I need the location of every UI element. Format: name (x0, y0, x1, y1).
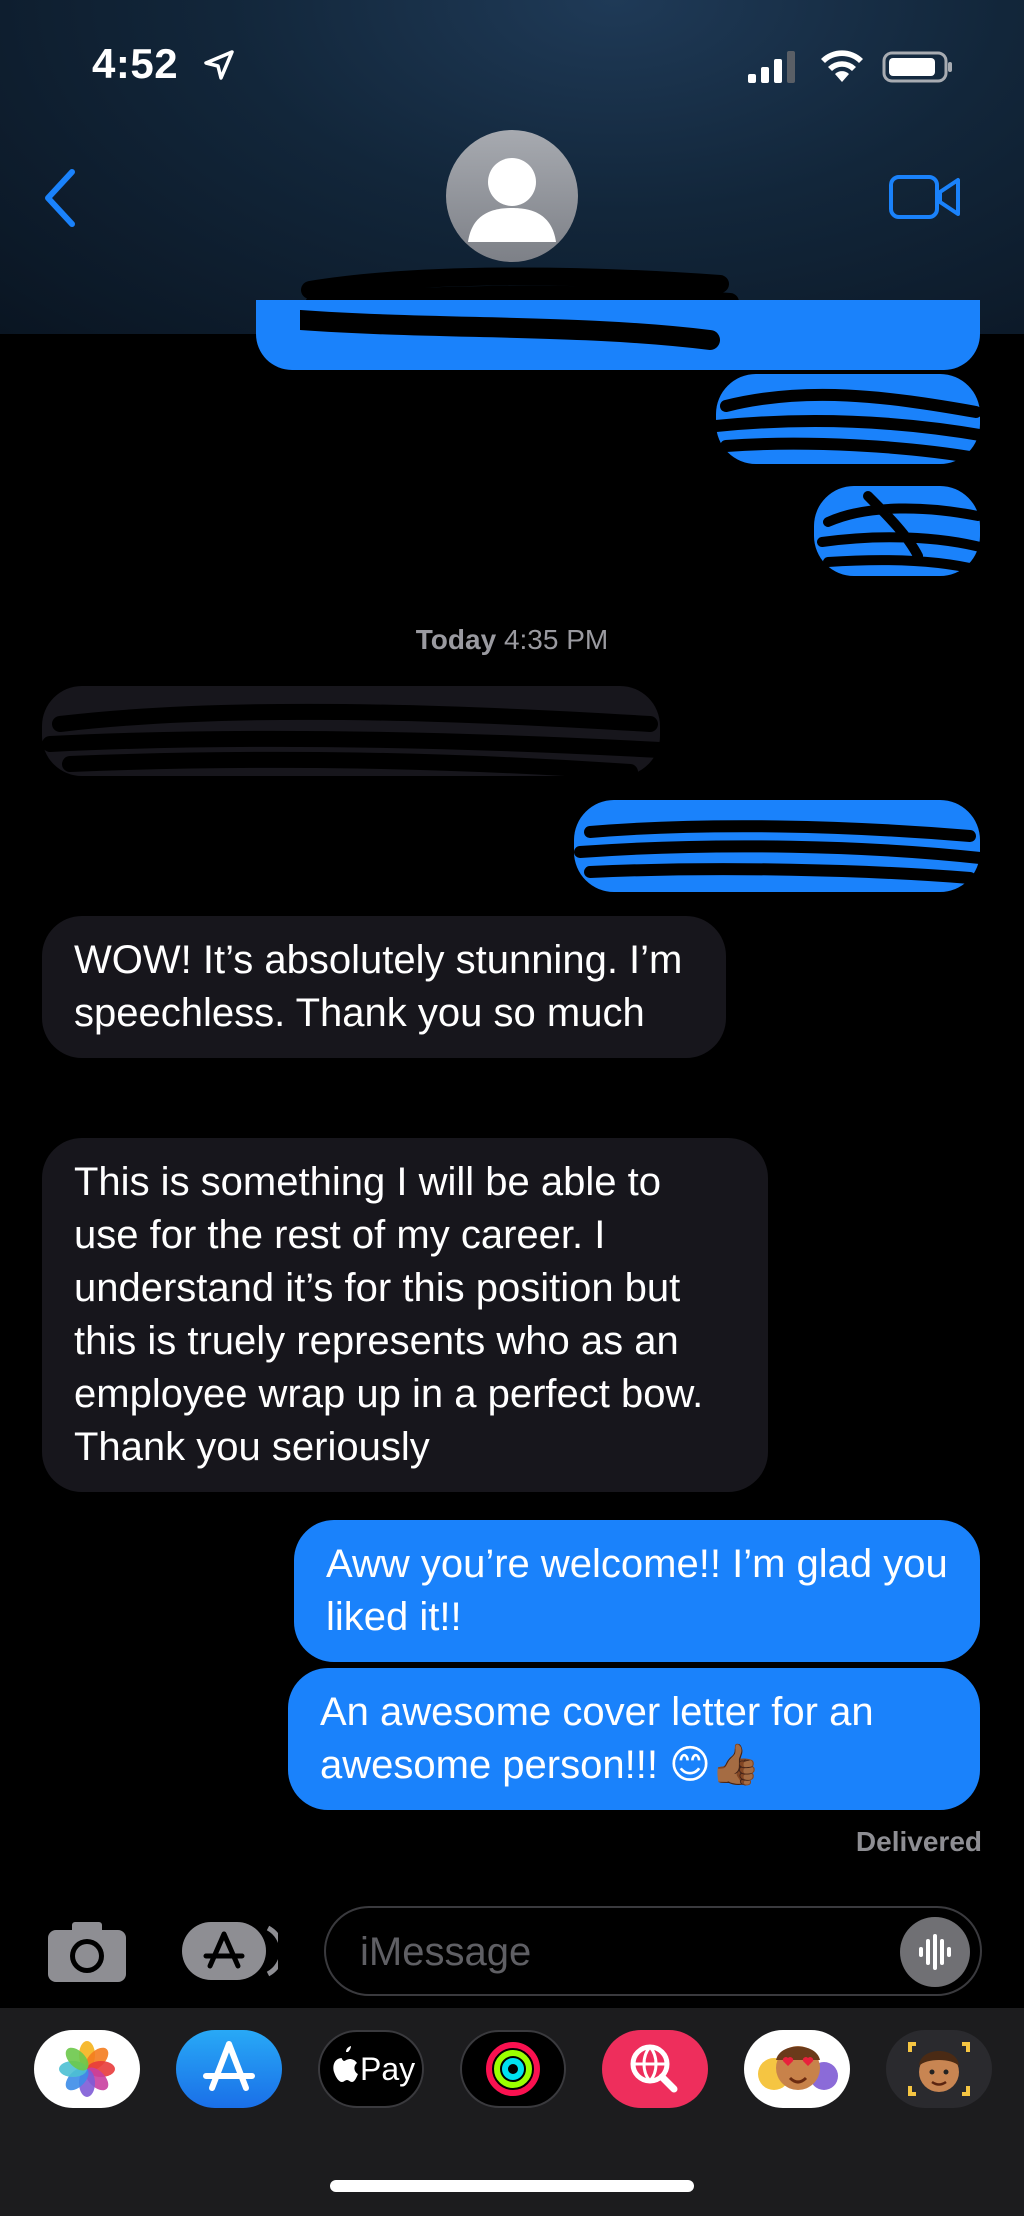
wifi-icon (821, 50, 863, 82)
incoming-message[interactable]: This is something I will be able to use … (42, 1138, 768, 1492)
activity-app[interactable] (460, 2030, 566, 2108)
redaction-scribble (42, 703, 668, 780)
incoming-message[interactable]: WOW! It’s absolutely stunning. I’m speec… (42, 916, 726, 1058)
images-search-icon (630, 2044, 678, 2093)
memoji-app[interactable] (886, 2030, 992, 2108)
person-silhouette-icon (468, 158, 556, 242)
back-chevron-icon[interactable] (40, 168, 80, 228)
status-bar: 4:52 (0, 0, 1024, 120)
photos-icon (59, 2041, 115, 2097)
images-search-app[interactable] (602, 2030, 708, 2108)
outgoing-message[interactable]: An awesome cover letter for an awesome p… (288, 1668, 980, 1810)
app-store-apps-icon[interactable] (180, 1920, 278, 1982)
message-input-placeholder: iMessage (360, 1930, 532, 1974)
conversation-header: 4:52 (0, 0, 1024, 342)
home-indicator[interactable] (330, 2180, 694, 2192)
delivery-status: Delivered (855, 1826, 982, 1857)
redaction-scribble (817, 491, 988, 575)
camera-icon[interactable] (44, 1916, 130, 1986)
facetime-video-icon[interactable] (888, 172, 962, 222)
status-time: 4:52 (92, 40, 179, 87)
memoji-icon (908, 2042, 970, 2096)
conversation-timestamp: Today 4:35 PM (0, 624, 1024, 656)
redaction-scribble (300, 310, 720, 350)
activity-icon (486, 2042, 540, 2096)
location-arrow-icon (204, 50, 234, 80)
timestamp-day: Today (415, 624, 497, 655)
memoji-stickers-icon (758, 2046, 838, 2090)
memoji-stickers-app[interactable] (744, 2030, 850, 2108)
battery-icon (882, 51, 952, 83)
redaction-scribble (710, 388, 992, 464)
waveform-icon (919, 1934, 951, 1970)
app-store-app[interactable] (176, 2030, 282, 2108)
cellular-signal-icon (748, 51, 795, 83)
photos-app[interactable] (34, 2030, 140, 2108)
timestamp-time: 4:35 PM (503, 624, 609, 655)
contact-avatar[interactable] (446, 130, 578, 262)
redaction-scribble (574, 820, 986, 884)
app-store-icon (203, 2041, 255, 2091)
message-input[interactable]: iMessage (324, 1906, 982, 1996)
apple-pay-app[interactable]: Pay (318, 2030, 424, 2108)
apple-pay-label: Pay (360, 2051, 416, 2087)
audio-message-button[interactable] (900, 1917, 970, 1987)
outgoing-message[interactable]: Aww you’re welcome!! I’m glad you liked … (294, 1520, 980, 1662)
